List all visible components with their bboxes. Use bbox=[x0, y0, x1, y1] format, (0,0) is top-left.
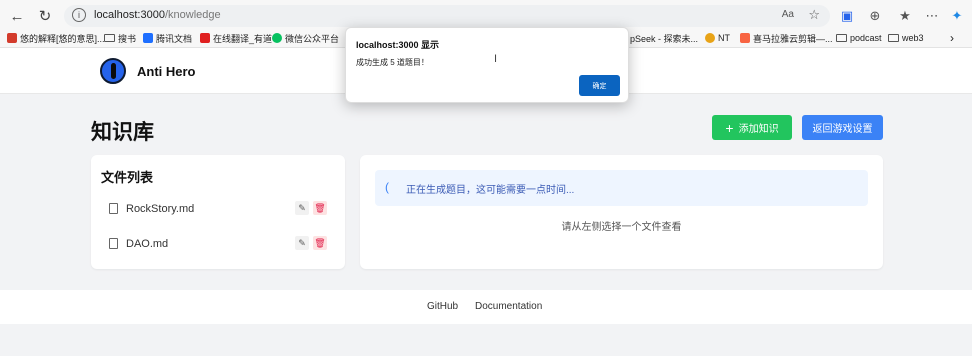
site-icon bbox=[7, 33, 17, 43]
generation-status-banner: ( 正在生成题目，这可能需要一点时间... bbox=[375, 170, 868, 206]
file-item[interactable]: DAO.md ✎ 🗑 bbox=[101, 234, 335, 254]
edit-icon[interactable]: ✎ bbox=[295, 236, 309, 250]
plus-icon: + bbox=[725, 119, 734, 136]
folder-icon bbox=[104, 34, 115, 42]
site-icon bbox=[740, 33, 750, 43]
extensions-icon[interactable]: ▣ bbox=[838, 7, 856, 25]
address-bar[interactable]: i localhost:3000/knowledge Aa ☆ bbox=[64, 5, 830, 27]
empty-hint: 请从左侧选择一个文件查看 bbox=[561, 222, 682, 233]
trash-icon[interactable]: 🗑 bbox=[313, 201, 327, 215]
profile-sync-icon[interactable]: ⊕ bbox=[866, 7, 884, 25]
status-text: 正在生成题目，这可能需要一点时间... bbox=[406, 185, 575, 196]
site-icon bbox=[705, 33, 715, 43]
footer-link-documentation[interactable]: Documentation bbox=[475, 301, 542, 312]
footer: GitHub Documentation bbox=[0, 290, 972, 324]
bookmark-item[interactable]: 微信公众平台 bbox=[272, 31, 339, 45]
file-icon bbox=[109, 238, 118, 249]
favorites-icon[interactable]: ★ bbox=[896, 7, 914, 25]
footer-link-github[interactable]: GitHub bbox=[427, 301, 458, 312]
site-icon bbox=[143, 33, 153, 43]
back-to-game-settings-button[interactable]: 返回游戏设置 bbox=[802, 115, 883, 140]
chevron-right-icon[interactable]: › bbox=[950, 31, 954, 45]
copilot-icon[interactable]: ✦ bbox=[948, 7, 966, 25]
reload-icon[interactable]: ↻ bbox=[35, 6, 55, 26]
alert-dialog: localhost:3000 显示 成功生成 5 道题目！ 确定 bbox=[345, 27, 629, 103]
bookmark-item[interactable]: 悠的解释[悠的意思]... bbox=[7, 31, 105, 45]
star-icon[interactable]: ☆ bbox=[808, 7, 820, 23]
add-knowledge-button[interactable]: + 添加知识 bbox=[712, 115, 792, 140]
page-title: 知识库 bbox=[91, 121, 154, 144]
spinner-icon: ( bbox=[385, 180, 389, 194]
file-item[interactable]: RockStory.md ✎ 🗑 bbox=[101, 199, 335, 219]
browser-toolbar: ← ↻ i localhost:3000/knowledge Aa ☆ ▣ ⊕ … bbox=[0, 2, 972, 28]
dialog-title: localhost:3000 显示 bbox=[356, 40, 440, 50]
bookmark-item[interactable]: pSeek - 探索未... bbox=[630, 31, 698, 45]
site-icon bbox=[200, 33, 210, 43]
ok-button[interactable]: 确定 bbox=[579, 75, 620, 96]
trash-icon[interactable]: 🗑 bbox=[313, 236, 327, 250]
text-cursor-icon: I bbox=[494, 53, 498, 65]
reader-mode-icon[interactable]: Aa bbox=[782, 9, 794, 20]
folder-icon bbox=[888, 34, 899, 42]
edit-icon[interactable]: ✎ bbox=[295, 201, 309, 215]
bookmark-item[interactable]: 腾讯文档 bbox=[143, 31, 192, 45]
info-icon[interactable]: i bbox=[72, 8, 86, 22]
bookmark-folder[interactable]: podcast bbox=[836, 31, 882, 45]
file-list-title: 文件列表 bbox=[101, 170, 154, 185]
site-icon bbox=[272, 33, 282, 43]
file-name[interactable]: RockStory.md bbox=[126, 203, 194, 215]
app-logo-icon[interactable] bbox=[100, 58, 126, 84]
bookmark-folder[interactable]: web3 bbox=[888, 31, 924, 45]
url-text[interactable]: localhost:3000/knowledge bbox=[94, 9, 221, 21]
arrow-left-icon[interactable]: ← bbox=[7, 6, 27, 26]
bookmark-folder[interactable]: 搜书 bbox=[104, 31, 136, 45]
bookmark-item[interactable]: 喜马拉雅云剪辑—... bbox=[740, 31, 833, 45]
bookmark-item[interactable]: 在线翻译_有道 bbox=[200, 31, 272, 45]
dialog-message: 成功生成 5 道题目！ bbox=[356, 58, 429, 67]
file-viewer-card: ( 正在生成题目，这可能需要一点时间... 请从左侧选择一个文件查看 bbox=[360, 155, 883, 269]
more-icon[interactable]: ⋯ bbox=[923, 7, 941, 25]
folder-icon bbox=[836, 34, 847, 42]
file-list-card: 文件列表 RockStory.md ✎ 🗑 DAO.md ✎ 🗑 bbox=[91, 155, 345, 269]
app-title[interactable]: Anti Hero bbox=[137, 64, 196, 79]
file-name[interactable]: DAO.md bbox=[126, 238, 168, 250]
bookmark-item[interactable]: NT bbox=[705, 31, 730, 45]
file-icon bbox=[109, 203, 118, 214]
